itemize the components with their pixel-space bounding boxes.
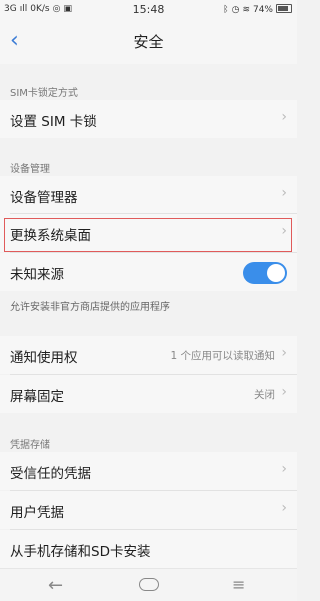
app-header: ‹ 安全	[0, 20, 297, 64]
row-label: 设置 SIM 卡锁	[10, 114, 97, 130]
row-user-credentials[interactable]: 用户凭据 ›	[0, 491, 297, 529]
row-set-sim-lock[interactable]: 设置 SIM 卡锁 ›	[0, 100, 297, 138]
battery-fill	[278, 6, 289, 11]
unknown-sources-note: 允许安装非官方商店提供的应用程序	[10, 302, 170, 313]
alarm-icon: ◷	[231, 5, 240, 15]
row-label: 受信任的凭据	[10, 466, 91, 482]
nav-back-icon[interactable]: ←	[48, 575, 63, 596]
status-bar: 3G ıll 0K/s ◎ ▣ 15:48 ᛒ ◷ ≋ 74%	[0, 0, 297, 20]
status-right: ᛒ ◷ ≋ 74%	[220, 4, 292, 15]
nav-menu-icon[interactable]: ≡	[232, 575, 245, 594]
chevron-right-icon: ›	[281, 185, 287, 201]
highlight-box	[4, 218, 292, 252]
chevron-right-icon: ›	[281, 461, 287, 477]
row-install-from-storage[interactable]: 从手机存储和SD卡安装	[0, 530, 297, 568]
wifi-icon: ≋	[242, 5, 250, 15]
row-screen-pinning[interactable]: 屏幕固定 关闭 ›	[0, 375, 297, 413]
navigation-bar: ← ≡	[0, 568, 297, 601]
page-title: 安全	[133, 33, 164, 51]
row-label: 屏幕固定	[10, 389, 64, 405]
toggle-knob	[267, 264, 285, 282]
chevron-right-icon: ›	[281, 500, 287, 516]
section-label-credentials: 凭据存储	[10, 440, 50, 451]
row-label: 从手机存储和SD卡安装	[10, 544, 151, 560]
bluetooth-icon: ᛒ	[223, 5, 229, 15]
chevron-right-icon: ›	[281, 109, 287, 125]
row-notification-access[interactable]: 通知使用权 1 个应用可以读取通知 ›	[0, 336, 297, 374]
row-label: 用户凭据	[10, 505, 64, 521]
row-label: 未知来源	[10, 267, 64, 283]
row-label: 通知使用权	[10, 350, 78, 366]
chevron-right-icon: ›	[281, 384, 287, 400]
row-device-manager[interactable]: 设备管理器 ›	[0, 176, 297, 214]
battery-icon	[276, 4, 292, 13]
row-value: 1 个应用可以读取通知	[170, 350, 275, 362]
nav-home-icon[interactable]	[139, 578, 159, 591]
row-trusted-credentials[interactable]: 受信任的凭据 ›	[0, 452, 297, 490]
section-label-device: 设备管理	[10, 164, 50, 175]
row-label: 设备管理器	[10, 190, 78, 206]
unknown-sources-toggle[interactable]	[243, 262, 287, 284]
battery-percent: 74%	[252, 5, 273, 15]
row-unknown-sources[interactable]: 未知来源	[0, 253, 297, 291]
row-value: 关闭	[254, 389, 275, 401]
section-label-sim: SIM卡锁定方式	[10, 88, 78, 99]
chevron-right-icon: ›	[281, 345, 287, 361]
